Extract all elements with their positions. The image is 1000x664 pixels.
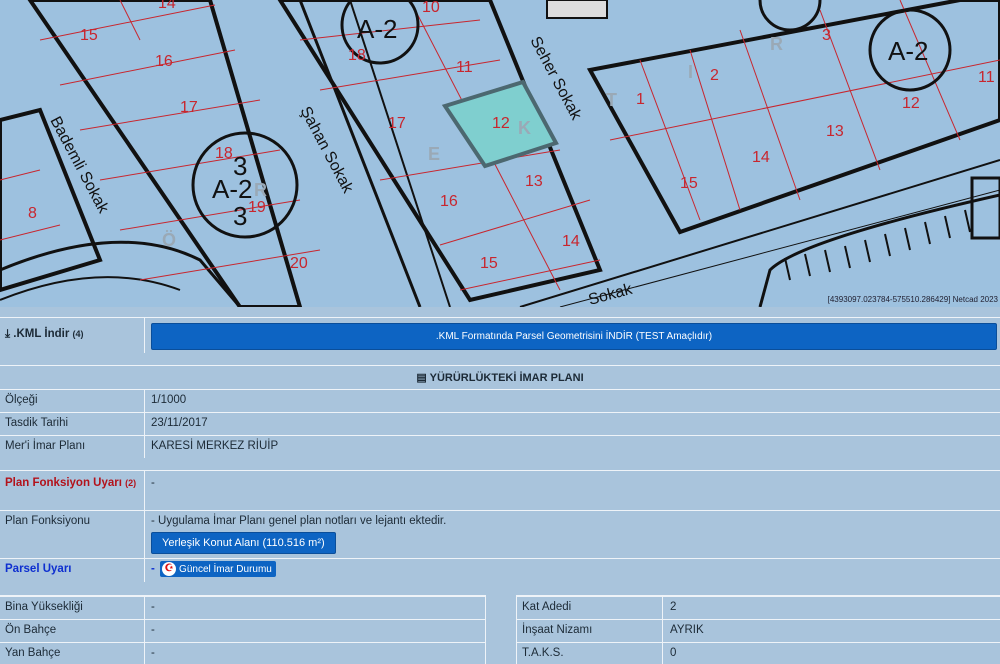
plan-function-text: - Uygulama İmar Planı genel plan notları…	[151, 515, 447, 527]
map-letter: R	[770, 34, 783, 54]
map-canvas[interactable]: A-2 A-2 A-2 3 3 Bademli Sokak Şahan Soka…	[0, 0, 1000, 307]
zone-label: A-2	[357, 14, 397, 44]
table-row: Kat Adedi 2	[517, 596, 1000, 619]
list-icon: ▤	[416, 372, 427, 384]
table-row: T.A.K.S. 0	[517, 642, 1000, 664]
lot-number: 3	[822, 27, 831, 44]
lot-number: 1	[636, 91, 645, 108]
map-letter: Ö	[162, 230, 176, 250]
kml-download-button[interactable]: .KML Formatında Parsel Geometrisini İNDİ…	[151, 323, 997, 350]
parcel-info-panel: ⤓ .KML İndir (4) .KML Formatında Parsel …	[0, 307, 1000, 664]
table-row: Bina Yüksekliği -	[0, 596, 486, 619]
table-row: İnşaat Nizamı AYRIK	[517, 619, 1000, 642]
plan-warning-label: Plan Fonksiyon Uyarı (2)	[0, 471, 145, 510]
lot-number: 16	[440, 193, 458, 210]
lot-number: 14	[562, 233, 580, 250]
left-grid: Bina Yüksekliği - Ön Bahçe - Yan Bahçe -	[0, 595, 486, 664]
plan-warning-row: Plan Fonksiyon Uyarı (2) -	[0, 470, 1000, 510]
lot-number: 18	[215, 145, 233, 162]
map-letter: I	[688, 62, 693, 82]
lot-number: 12	[492, 115, 510, 132]
lot-number: 17	[180, 99, 198, 116]
crescent-icon: ☪	[162, 562, 177, 576]
map-letter: E	[428, 144, 440, 164]
lot-number: 16	[155, 53, 173, 70]
current-zoning-badge[interactable]: ☪ Güncel İmar Durumu	[160, 561, 276, 577]
lot-number: 2	[710, 67, 719, 84]
lot-number: 15	[480, 255, 498, 272]
zone-number: 3	[233, 151, 247, 181]
app-root: A-2 A-2 A-2 3 3 Bademli Sokak Şahan Soka…	[0, 0, 1000, 664]
lot-number: 14	[158, 0, 176, 12]
lot-number: 8	[28, 205, 37, 222]
lot-number: 11	[456, 59, 473, 76]
right-grid: Kat Adedi 2 İnşaat Nizamı AYRIK T.A.K.S.…	[516, 595, 1000, 664]
zone-function-button[interactable]: Yerleşik Konut Alanı (110.516 m²)	[151, 532, 336, 554]
lot-number: 15	[680, 175, 698, 192]
download-icon: ⤓	[5, 328, 11, 340]
map-letter: T	[606, 90, 617, 110]
lot-number: 17	[388, 115, 406, 132]
lot-number: 13	[525, 173, 543, 190]
lot-number: 13	[826, 123, 844, 140]
coordinate-readout: [4393097.023784-575510.286429] Netcad 20…	[827, 295, 998, 304]
kml-label: ⤓ .KML İndir (4)	[0, 318, 145, 353]
table-row: Ölçeği 1/1000	[0, 389, 1000, 412]
lot-number: 14	[752, 149, 770, 166]
plan-title: ▤ YÜRÜRLÜKTEKİ İMAR PLANI	[416, 372, 584, 384]
zone-number: 3	[233, 201, 247, 231]
lot-number: 11	[978, 69, 995, 86]
table-row: Mer'i İmar Planı KARESİ MERKEZ RİUİP	[0, 435, 1000, 458]
map-letter: R	[254, 180, 267, 200]
map-letter: K	[518, 118, 531, 138]
lot-number: 18	[348, 47, 366, 64]
table-row: Ön Bahçe -	[0, 619, 486, 642]
table-row: Yan Bahçe -	[0, 642, 486, 664]
lot-number: 12	[902, 95, 920, 112]
lot-number: 19	[248, 199, 266, 216]
table-row: Tasdik Tarihi 23/11/2017	[0, 412, 1000, 435]
parcel-warning-label: Parsel Uyarı	[0, 559, 145, 582]
parcel-map[interactable]: A-2 A-2 A-2 3 3 Bademli Sokak Şahan Soka…	[0, 0, 1000, 307]
lot-number: 10	[422, 0, 440, 16]
plan-function-row: Plan Fonksiyonu - Uygulama İmar Planı ge…	[0, 510, 1000, 558]
lot-number: 15	[80, 27, 98, 44]
zone-label: A-2	[888, 36, 928, 66]
parcel-warning-row: Parsel Uyarı - ☪ Güncel İmar Durumu	[0, 558, 1000, 582]
lot-number: 20	[290, 255, 308, 272]
